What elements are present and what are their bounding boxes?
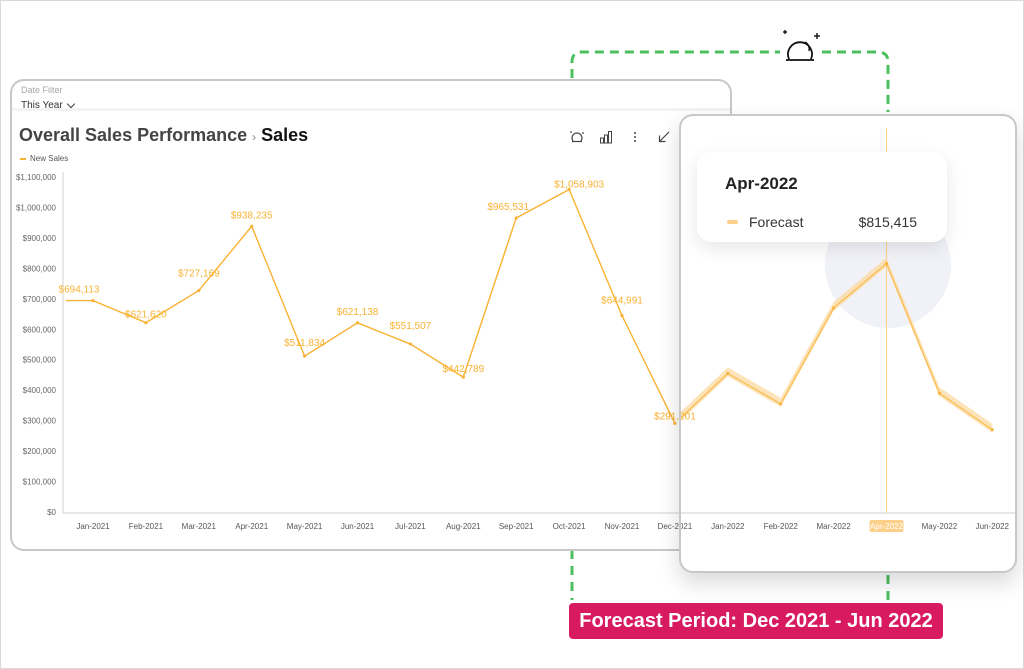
data-label: $442,789 bbox=[442, 364, 484, 375]
x-tick-label: Sep-2021 bbox=[499, 522, 534, 531]
forecast-zoom-panel: $291,201 Dec-2021 Jan-2022 Feb-2022 Mar-2022… bbox=[679, 114, 1017, 573]
connector-dash-top-left bbox=[570, 50, 780, 78]
x-tick-label: Nov-2021 bbox=[605, 522, 640, 531]
data-label: $644,991 bbox=[601, 296, 643, 307]
y-tick-label: $500,000 bbox=[23, 356, 57, 365]
x-tick-label: Jan-2022 bbox=[711, 522, 745, 531]
y-tick-label: $300,000 bbox=[23, 417, 57, 426]
y-tick-label: $600,000 bbox=[23, 325, 57, 334]
chart-tooltip: Apr-2022 Forecast $815,415 bbox=[697, 152, 947, 242]
tooltip-swatch bbox=[727, 220, 738, 224]
data-point bbox=[197, 288, 201, 293]
data-label: $1,058,903 bbox=[554, 180, 604, 191]
x-tick-label: Feb-2021 bbox=[129, 522, 164, 531]
data-point bbox=[144, 321, 148, 325]
data-point bbox=[514, 216, 518, 220]
x-tick-label: May-2021 bbox=[287, 522, 323, 531]
data-point bbox=[303, 354, 307, 358]
data-label: $938,235 bbox=[231, 210, 273, 221]
tooltip-title: Apr-2022 bbox=[725, 174, 798, 193]
y-tick-label: $700,000 bbox=[23, 295, 57, 304]
forecast-point bbox=[937, 391, 941, 395]
forecast-point bbox=[832, 306, 836, 310]
tooltip-row: Forecast $815,415 bbox=[727, 214, 917, 230]
data-point bbox=[91, 299, 95, 303]
data-label: $727,169 bbox=[178, 269, 220, 280]
forecast-point bbox=[885, 262, 888, 266]
data-point bbox=[408, 342, 412, 346]
x-tick-label: Mar-2021 bbox=[182, 522, 217, 531]
x-tick-label: Jun-2021 bbox=[341, 522, 375, 531]
y-tick-label: $900,000 bbox=[23, 234, 57, 243]
main-chart-card: Date Filter This Year Overall Sales Perf… bbox=[10, 79, 732, 551]
highlighted-x-tick-label: Apr-2022 bbox=[870, 522, 903, 531]
forecast-point bbox=[726, 371, 730, 375]
x-tick-label: Apr-2021 bbox=[235, 522, 268, 531]
y-tick-label: $0 bbox=[47, 508, 56, 517]
data-label: $965,531 bbox=[487, 202, 529, 213]
x-tick-label: Dec-2021 bbox=[681, 522, 693, 531]
tooltip-value: $815,415 bbox=[858, 214, 917, 230]
data-label: $621,138 bbox=[337, 307, 379, 318]
data-label: $511,834 bbox=[284, 338, 325, 349]
x-tick-label: Mar-2022 bbox=[816, 522, 851, 531]
x-tick-label: Jan-2021 bbox=[76, 522, 110, 531]
data-point bbox=[355, 321, 360, 325]
sales-line-chart: $0 $100,000 $200,000 $300,000 $400,000 $500,0… bbox=[16, 172, 730, 531]
data-label: $291,201 bbox=[681, 411, 696, 422]
x-tick-label: Oct-2021 bbox=[553, 522, 586, 531]
tooltip-label: Forecast bbox=[749, 214, 804, 230]
data-label: $621,620 bbox=[125, 310, 167, 321]
data-point bbox=[461, 375, 465, 379]
x-tick-label: Feb-2022 bbox=[764, 522, 799, 531]
y-tick-label: $800,000 bbox=[23, 264, 57, 273]
y-tick-label: $200,000 bbox=[23, 447, 57, 456]
connector-dash-top-right bbox=[822, 50, 890, 112]
x-tick-label: Jul-2021 bbox=[395, 522, 426, 531]
data-label: $694,113 bbox=[59, 285, 100, 296]
x-tick-label: Jun-2022 bbox=[976, 522, 1010, 531]
forecast-point bbox=[779, 402, 783, 406]
y-tick-label: $1,100,000 bbox=[16, 173, 57, 182]
x-tick-label: Aug-2021 bbox=[446, 522, 481, 531]
data-label: $551,507 bbox=[390, 321, 432, 332]
data-point bbox=[250, 224, 254, 228]
y-tick-label: $400,000 bbox=[23, 386, 57, 395]
x-tick-label: May-2022 bbox=[922, 522, 958, 531]
forecast-period-badge: Forecast Period: Dec 2021 - Jun 2022 bbox=[569, 603, 943, 639]
y-tick-label: $100,000 bbox=[23, 478, 57, 487]
forecast-point bbox=[990, 428, 994, 432]
y-tick-label: $1,000,000 bbox=[16, 203, 57, 212]
crystal-ball-icon bbox=[783, 30, 820, 61]
data-point bbox=[620, 313, 624, 318]
